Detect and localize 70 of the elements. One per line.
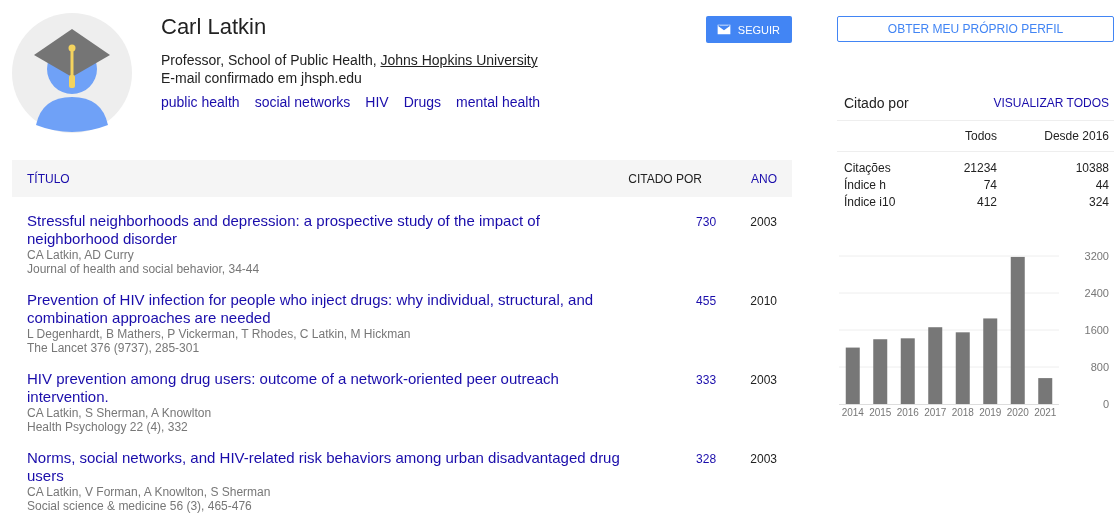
citation-count-link[interactable]: 328 xyxy=(696,452,717,466)
interest-link[interactable]: HIV xyxy=(365,94,389,110)
axis-label: 2021 xyxy=(1034,407,1057,418)
axis-label: 2400 xyxy=(1084,287,1109,299)
metric-value: 324 xyxy=(1087,194,1109,211)
column-header[interactable]: CITADO POR xyxy=(602,171,702,186)
axis-label: 2017 xyxy=(924,407,947,418)
authors-text: CA Latkin, AD Curry xyxy=(27,248,135,262)
column-header[interactable]: ANO xyxy=(702,171,792,186)
interest-link[interactable]: public health xyxy=(161,94,240,110)
source-text: The Lancet 376 (9737), 285-301 xyxy=(27,341,201,355)
metric-value: 44 xyxy=(1094,177,1109,194)
metric-value: 412 xyxy=(975,194,997,211)
axis-label: 2014 xyxy=(841,407,864,418)
interest-link[interactable]: social networks xyxy=(254,94,351,110)
metric-value: 74 xyxy=(982,177,997,194)
citation-count-link[interactable]: 730 xyxy=(696,215,717,229)
metric-label: Citações xyxy=(844,160,892,177)
year-text: 2003 xyxy=(750,215,777,229)
mail-icon xyxy=(716,24,731,35)
source-text: Health Psychology 22 (4), 332 xyxy=(27,420,189,434)
article-title-link[interactable]: Norms, social networks, and HIV-related risk behaviors among urban disadvantaged drug users xyxy=(27,449,635,485)
affiliation-text: Professor, School of Public Health, Johns Hopkins University xyxy=(161,51,539,69)
chart-bar[interactable] xyxy=(928,327,943,404)
axis-label: 3200 xyxy=(1084,250,1109,262)
axis-label: 2016 xyxy=(896,407,919,418)
year-text: 2003 xyxy=(750,452,777,466)
citation-count-link[interactable]: 333 xyxy=(696,373,717,387)
article-title-link[interactable]: HIV prevention among drug users: outcome of a network-oriented peer outreach intervention. xyxy=(27,370,635,406)
source-text: Journal of health and social behavior, 34-44 xyxy=(27,262,261,276)
own-profile-button[interactable]: OBTER MEU PRÓPRIO PERFIL xyxy=(837,16,1114,42)
axis-label: 2018 xyxy=(951,407,974,418)
axis-label: 0 xyxy=(1102,398,1109,410)
authors-text: CA Latkin, V Forman, A Knowlton, S Sherman xyxy=(27,485,272,499)
metric-label: Índice h xyxy=(844,177,888,194)
source-text: Social science & medicine 56 (3), 465-476 xyxy=(27,499,253,513)
article-title-link[interactable]: Prevention of HIV infection for people who inject drugs: why individual, structural, and combination approaches are needed xyxy=(27,291,635,327)
axis-label: 2019 xyxy=(979,407,1002,418)
chart-bar[interactable] xyxy=(955,332,970,404)
avatar-icon xyxy=(12,13,132,133)
metric-value: 21234 xyxy=(962,160,997,177)
axis-label: 800 xyxy=(1090,361,1109,373)
chart-bar[interactable] xyxy=(1038,378,1053,404)
citation-count-link[interactable]: 455 xyxy=(696,294,717,308)
axis-label: 1600 xyxy=(1084,324,1109,336)
interest-link[interactable]: mental health xyxy=(456,94,541,110)
view-all-link[interactable]: VISUALIZAR TODOS xyxy=(993,96,1109,110)
year-text: 2010 xyxy=(750,294,777,308)
metric-label: Índice i10 xyxy=(844,194,897,211)
axis-label: 2015 xyxy=(869,407,892,418)
interest-link[interactable]: Drugs xyxy=(403,94,442,110)
section-title: Citado por xyxy=(844,95,909,111)
metric-value: 10388 xyxy=(1074,160,1109,177)
column-header: Desde 2016 xyxy=(1043,127,1109,145)
chart-bar[interactable] xyxy=(900,338,915,404)
profile-name: Carl Latkin xyxy=(161,13,267,41)
chart-bar[interactable] xyxy=(1010,256,1025,404)
axis-label: 2020 xyxy=(1006,407,1029,418)
column-header[interactable]: TÍTULO xyxy=(12,171,602,186)
institution-link[interactable]: Johns Hopkins University xyxy=(380,52,538,68)
year-text: 2003 xyxy=(750,373,777,387)
authors-text: CA Latkin, S Sherman, A Knowlton xyxy=(27,406,213,420)
chart-bar[interactable] xyxy=(873,339,888,404)
chart-bar[interactable] xyxy=(983,318,998,404)
article-title-link[interactable]: Stressful neighborhoods and depression: a prospective study of the impact of neighborhood disorder xyxy=(27,212,635,248)
authors-text: L Degenhardt, B Mathers, P Vickerman, T Rhodes, C Latkin, M Hickman xyxy=(27,327,412,341)
follow-button[interactable]: SEGUIR xyxy=(705,16,792,43)
email-text: E-mail confirmado em jhsph.edu xyxy=(161,69,363,87)
column-header: Todos xyxy=(963,127,997,145)
chart-bar[interactable] xyxy=(845,347,860,404)
